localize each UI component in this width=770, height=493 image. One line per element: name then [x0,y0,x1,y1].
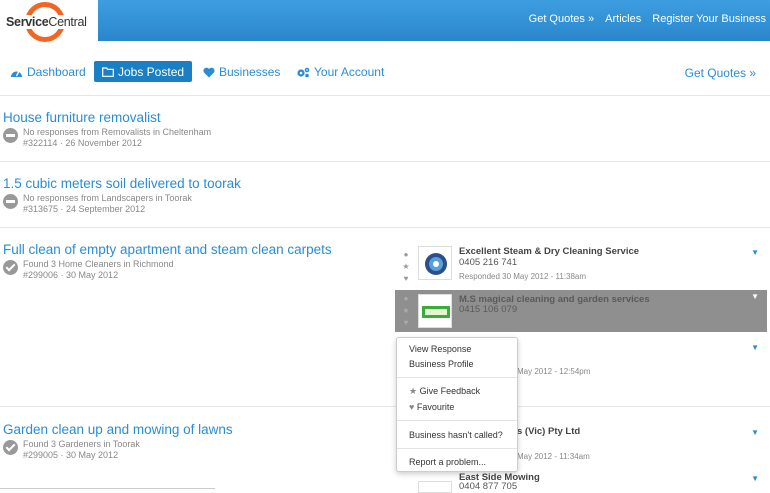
no-response-icon [3,194,18,209]
heart-icon [203,67,215,77]
nav-jobs-posted-label: Jobs Posted [118,64,185,79]
menu-separator [397,420,517,421]
divider [0,406,770,407]
get-quotes-link[interactable]: Get Quotes » [529,13,594,25]
business-phone: 0415 106 079 [459,304,518,315]
job-status: Found 3 Gardeners in Toorak [23,439,140,449]
check-icon [3,440,18,455]
job-item: House furniture removalist No responses … [3,110,211,149]
chevron-down-icon[interactable]: ▼ [751,428,759,437]
logo-text: ServiceCentral [5,15,88,29]
job-title[interactable]: Garden clean up and mowing of lawns [3,422,233,437]
job-status: No responses from Removalists in Chelten… [23,127,212,137]
folder-icon [102,66,114,77]
star-icon[interactable]: ★ [401,305,411,317]
divider [0,227,770,228]
logo[interactable]: ServiceCentral [0,0,98,46]
articles-link[interactable]: Articles [605,13,641,25]
response-item[interactable]: East Side Mowing 0404 877 705 ▼ [395,472,767,493]
check-circle-icon[interactable]: ● [401,293,411,305]
view-response-item[interactable]: View Response [409,344,471,354]
job-item: Garden clean up and mowing of lawns Foun… [3,422,233,461]
heart-icon: ♥ [409,402,415,412]
give-feedback-item[interactable]: ★ Give Feedback [409,386,480,397]
nav-businesses-label: Businesses [219,65,281,79]
business-phone: 0405 216 741 [459,257,518,268]
divider [0,161,770,162]
gears-icon [297,67,310,77]
menu-separator [397,377,517,378]
response-time: May 2012 - 12:54pm [517,367,591,376]
business-logo [418,294,452,328]
menu-separator [397,448,517,449]
job-id-date: #299006 · 30 May 2012 [23,270,119,280]
job-status: No responses from Landscapers in Toorak [23,193,192,203]
job-meta: Found 3 Home Cleaners in Richmond #29900… [3,259,332,281]
chevron-down-icon[interactable]: ▼ [751,292,759,301]
business-logo [418,246,452,280]
chevron-down-icon[interactable]: ▼ [751,248,759,257]
divider [0,95,770,96]
star-icon[interactable]: ★ [401,261,411,273]
job-item: 1.5 cubic meters soil delivered to toora… [3,176,241,215]
job-id-date: #299005 · 30 May 2012 [23,450,119,460]
business-name[interactable]: s (Vic) Pty Ltd [517,426,580,437]
business-name[interactable]: Excellent Steam & Dry Cleaning Service [459,246,639,257]
job-meta: No responses from Landscapers in Toorak … [3,193,241,215]
job-meta: Found 3 Gardeners in Toorak #299005 · 30… [3,439,233,461]
favourite-item[interactable]: ♥ Favourite [409,402,454,412]
response-time: May 2012 - 11:34am [517,452,590,461]
chevron-down-icon[interactable]: ▼ [751,474,759,483]
job-title[interactable]: 1.5 cubic meters soil delivered to toora… [3,176,241,191]
star-icon: ★ [409,386,418,396]
job-title[interactable]: House furniture removalist [3,110,211,125]
nav-dashboard[interactable]: Dashboard [10,62,86,82]
top-header: Get Quotes » Articles Register Your Busi… [0,0,770,41]
check-circle-icon[interactable]: ● [401,249,411,261]
heart-icon[interactable]: ♥ [401,273,411,285]
report-problem-item[interactable]: Report a problem... [409,457,486,467]
response-actions-menu: View Response Business Profile ★ Give Fe… [396,337,518,472]
job-meta: No responses from Removalists in Chelten… [3,127,211,149]
heart-icon[interactable]: ♥ [401,317,411,329]
no-response-icon [3,128,18,143]
job-title[interactable]: Full clean of empty apartment and steam … [3,242,332,257]
divider [0,488,215,489]
nav-businesses[interactable]: Businesses [203,62,280,82]
business-logo [418,481,452,493]
nav-get-quotes-link[interactable]: Get Quotes » [685,66,756,80]
job-id-date: #322114 · 26 November 2012 [23,138,142,148]
main-nav: Dashboard Jobs Posted Businesses Your Ac… [0,57,770,87]
chevron-down-icon[interactable]: ▼ [751,343,759,352]
business-not-called-item[interactable]: Business hasn't called? [409,430,503,440]
register-business-link[interactable]: Register Your Business [652,13,766,25]
nav-jobs-posted[interactable]: Jobs Posted [94,61,193,82]
job-id-date: #313675 · 24 September 2012 [23,204,146,214]
response-time: Responded 30 May 2012 - 11:38am [459,272,587,281]
dashboard-icon [11,70,22,77]
business-profile-item[interactable]: Business Profile [409,359,474,369]
response-item-selected[interactable]: ● ★ ♥ M.S magical cleaning and garden serv… [395,290,767,332]
job-status: Found 3 Home Cleaners in Richmond [23,259,174,269]
business-phone: 0404 877 705 [459,481,518,492]
nav-dashboard-label: Dashboard [27,65,86,79]
check-icon [3,260,18,275]
response-item[interactable]: ● ★ ♥ Excellent Steam & Dry Cleaning Servi… [395,246,767,288]
top-nav: Get Quotes » Articles Register Your Busi… [521,13,766,25]
nav-your-account-label: Your Account [314,65,385,79]
nav-your-account[interactable]: Your Account [296,62,384,82]
job-item: Full clean of empty apartment and steam … [3,242,332,281]
